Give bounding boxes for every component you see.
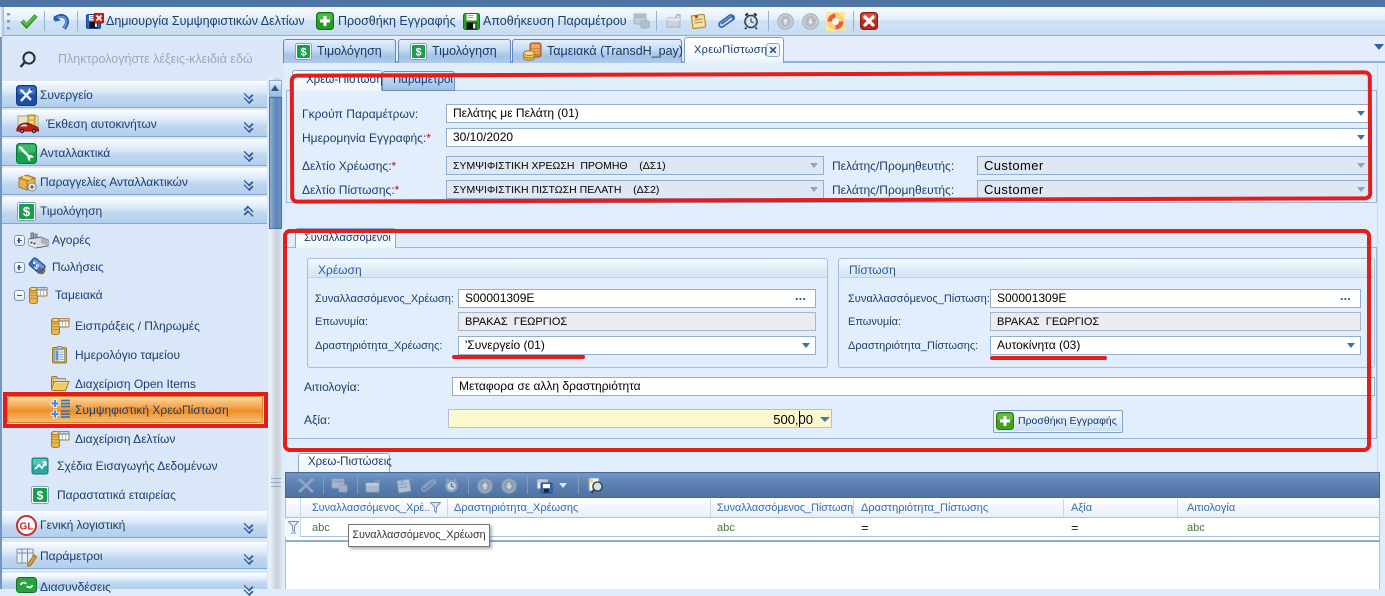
svg-text:$: $ [415,47,421,59]
svg-text:$: $ [37,489,44,503]
svg-text:GL: GL [20,522,34,533]
svg-text:$: $ [23,204,31,219]
svg-text:$: $ [300,47,306,59]
